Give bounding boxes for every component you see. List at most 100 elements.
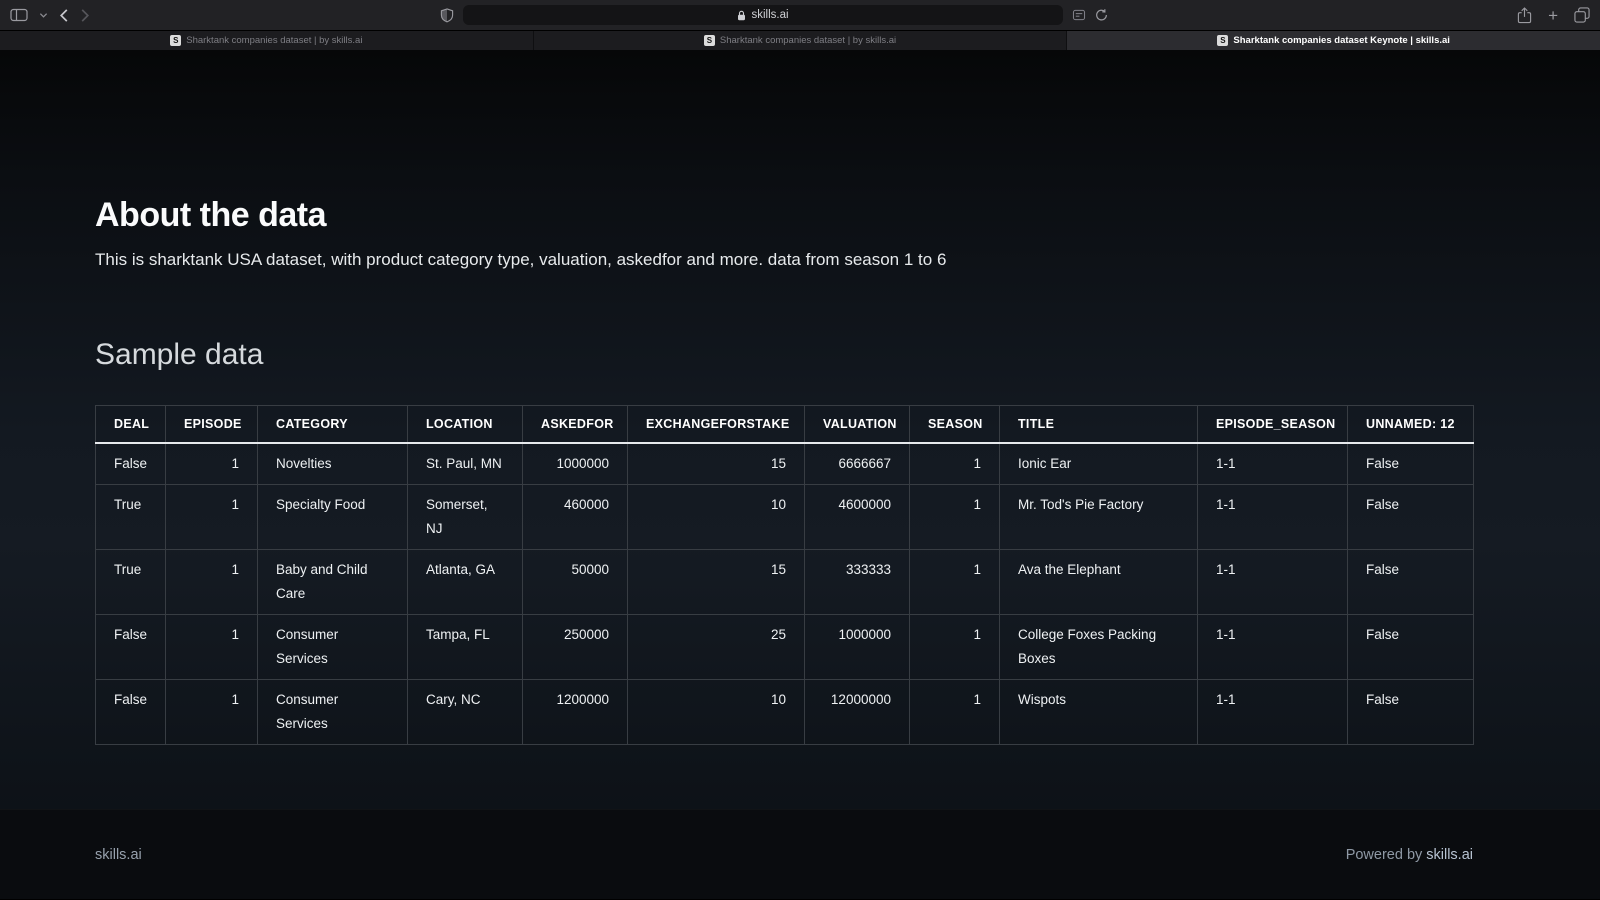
table-row: False 1 Consumer Services Cary, NC 1200000 10… — [95, 679, 1474, 745]
about-description: This is sharktank USA dataset, with prod… — [95, 250, 947, 269]
back-button-icon[interactable] — [59, 8, 69, 23]
cell: Cary, NC — [407, 679, 523, 745]
cell: False — [1347, 549, 1474, 615]
footer-brand-link[interactable]: skills.ai — [95, 847, 142, 863]
column-header: ASKEDFOR — [522, 405, 628, 444]
column-header: LOCATION — [407, 405, 523, 444]
column-header: UNNAMED: 12 — [1347, 405, 1474, 444]
column-header: EXCHANGEFORSTAKE — [627, 405, 805, 444]
powered-by-text: Powered by skills.ai — [1346, 847, 1473, 863]
page-footer: skills.ai Powered by skills.ai — [0, 809, 1600, 899]
column-header: EPISODE_SEASON — [1197, 405, 1348, 444]
cell: 1-1 — [1197, 614, 1348, 680]
cell: Somerset, NJ — [407, 484, 523, 550]
data-table: DEAL EPISODE CATEGORY LOCATION ASKEDFOR EXCHA… — [95, 405, 1474, 745]
cell: 1 — [165, 614, 258, 680]
cell: True — [95, 549, 166, 615]
browser-tab-2[interactable]: S Sharktank companies dataset | by skill… — [533, 31, 1067, 50]
cell: 10 — [627, 484, 805, 550]
table-row: True 1 Baby and Child Care Atlanta, GA 50000… — [95, 549, 1474, 615]
sample-data-heading: Sample data — [95, 338, 264, 371]
cell: 1 — [165, 679, 258, 745]
cell: Mr. Tod's Pie Factory — [999, 484, 1198, 550]
cell: 1-1 — [1197, 484, 1348, 550]
lock-icon — [737, 10, 746, 21]
cell: Wispots — [999, 679, 1198, 745]
cell: 25 — [627, 614, 805, 680]
new-tab-icon[interactable]: + — [1548, 7, 1558, 24]
column-header: DEAL — [95, 405, 166, 444]
cell: False — [95, 614, 166, 680]
website-settings-icon[interactable] — [1072, 9, 1086, 21]
cell: Atlanta, GA — [407, 549, 523, 615]
about-heading: About the data — [95, 196, 326, 234]
forward-button-icon[interactable] — [80, 8, 90, 23]
site-favicon: S — [1217, 35, 1229, 46]
cell: 10 — [627, 679, 805, 745]
cell: 1 — [165, 484, 258, 550]
sidebar-chevron-icon[interactable] — [39, 11, 48, 20]
powered-by-link[interactable]: skills.ai — [1426, 847, 1473, 863]
table-row: True 1 Specialty Food Somerset, NJ 460000 10 4… — [95, 484, 1474, 550]
cell: 1-1 — [1197, 679, 1348, 745]
column-header: EPISODE — [165, 405, 258, 444]
cell: 333333 — [804, 549, 910, 615]
cell: 1 — [165, 442, 258, 485]
cell: False — [1347, 442, 1474, 485]
table-row: False 1 Consumer Services Tampa, FL 250000 25… — [95, 614, 1474, 680]
column-header: VALUATION — [804, 405, 910, 444]
column-header: SEASON — [909, 405, 1000, 444]
sidebar-toggle-icon[interactable] — [10, 7, 28, 23]
privacy-shield-icon[interactable] — [440, 7, 454, 23]
cell: Ava the Elephant — [999, 549, 1198, 615]
cell: 1000000 — [804, 614, 910, 680]
cell: 1-1 — [1197, 549, 1348, 615]
reload-icon[interactable] — [1095, 8, 1108, 22]
cell: 1 — [909, 614, 1000, 680]
share-icon[interactable] — [1517, 6, 1532, 24]
cell: 12000000 — [804, 679, 910, 745]
column-header: TITLE — [999, 405, 1198, 444]
cell: 15 — [627, 442, 805, 485]
browser-toolbar: skills.ai + — [0, 0, 1600, 31]
address-url: skills.ai — [751, 9, 789, 21]
cell: 1200000 — [522, 679, 628, 745]
cell: Tampa, FL — [407, 614, 523, 680]
cell: True — [95, 484, 166, 550]
cell: 250000 — [522, 614, 628, 680]
tab-overview-icon[interactable] — [1574, 7, 1590, 23]
site-favicon: S — [703, 35, 715, 46]
column-header: CATEGORY — [257, 405, 408, 444]
powered-by-prefix: Powered by — [1345, 846, 1423, 863]
cell: False — [1347, 679, 1474, 745]
address-bar[interactable]: skills.ai — [463, 5, 1063, 25]
cell: False — [95, 442, 166, 485]
cell: 1 — [909, 442, 1000, 485]
browser-tab-3-active[interactable]: S Sharktank companies dataset Keynote | … — [1067, 31, 1600, 50]
tab-title: Sharktank companies dataset | by skills.… — [719, 35, 897, 46]
cell: Ionic Ear — [999, 442, 1198, 485]
cell: Specialty Food — [257, 484, 408, 550]
cell: 1 — [909, 549, 1000, 615]
site-favicon: S — [170, 35, 182, 46]
cell: 1 — [909, 679, 1000, 745]
cell: 1 — [165, 549, 258, 615]
table-header-row: DEAL EPISODE CATEGORY LOCATION ASKEDFOR EXCHA… — [95, 405, 1474, 444]
cell: Novelties — [257, 442, 408, 485]
table-row: False 1 Novelties St. Paul, MN 1000000 15 6666… — [95, 442, 1474, 485]
tab-bar: S Sharktank companies dataset | by skill… — [0, 31, 1600, 50]
cell: College Foxes Packing Boxes — [999, 614, 1198, 680]
cell: 1-1 — [1197, 442, 1348, 485]
browser-tab-1[interactable]: S Sharktank companies dataset | by skill… — [0, 31, 533, 50]
cell: 1 — [909, 484, 1000, 550]
cell: 1000000 — [522, 442, 628, 485]
cell: 15 — [627, 549, 805, 615]
cell: 6666667 — [804, 442, 910, 485]
tab-title: Sharktank companies dataset | by skills.… — [186, 35, 363, 46]
cell: Baby and Child Care — [257, 549, 408, 615]
cell: Consumer Services — [257, 679, 408, 745]
cell: 4600000 — [804, 484, 910, 550]
cell: False — [1347, 614, 1474, 680]
cell: False — [95, 679, 166, 745]
cell: Consumer Services — [257, 614, 408, 680]
